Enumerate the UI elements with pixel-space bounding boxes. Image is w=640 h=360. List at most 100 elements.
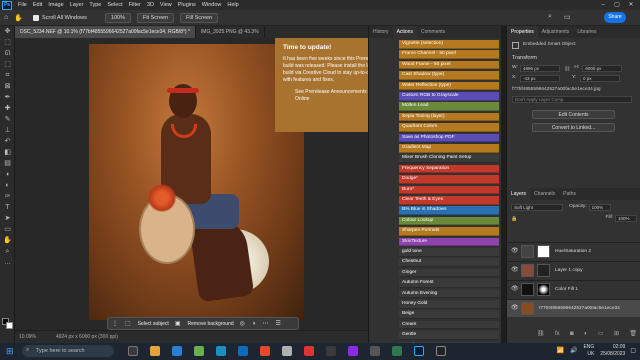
action-item[interactable]: Mixer Brush Cloning Paint Setup: [399, 154, 499, 163]
task-view-icon[interactable]: [128, 346, 138, 356]
photoshop-logo[interactable]: Ps: [2, 0, 12, 10]
group-icon[interactable]: ▭: [598, 330, 604, 337]
edge-icon[interactable]: [238, 346, 248, 356]
adjustment-layer-icon[interactable]: ◐: [584, 331, 588, 337]
share-button[interactable]: Share: [604, 12, 626, 23]
select-subject-button[interactable]: Select subject: [138, 321, 169, 327]
new-layer-icon[interactable]: ⊞: [614, 330, 619, 337]
tab-document-1[interactable]: DSC_5234.NEF @ 10.1% (f77bf4855596642527…: [15, 26, 196, 38]
hand-tool-icon[interactable]: ✋: [14, 14, 23, 22]
fx-icon[interactable]: fx: [555, 331, 560, 337]
frame-tool-icon[interactable]: ⊠: [0, 81, 15, 92]
action-item[interactable]: Vignette (selection): [399, 40, 499, 49]
tab-history[interactable]: History: [369, 26, 393, 38]
region-indicator[interactable]: UK: [583, 351, 594, 358]
app-icon[interactable]: [282, 346, 292, 356]
add-mask-icon[interactable]: ◙: [570, 331, 574, 337]
close-icon[interactable]: ✕: [624, 0, 638, 10]
convert-linked-button[interactable]: Convert to Linked...: [532, 123, 615, 132]
eraser-tool-icon[interactable]: ◧: [0, 147, 15, 158]
trash-icon[interactable]: 🗑: [629, 330, 637, 337]
action-item[interactable]: Frame Channel - 50 pixel: [399, 50, 499, 59]
action-item[interactable]: Wood Frame - 50 pixel: [399, 60, 499, 70]
action-item[interactable]: Colour Lookup: [399, 216, 499, 226]
visibility-eye-icon[interactable]: 👁: [511, 286, 519, 292]
move-tool-icon[interactable]: ✥: [0, 26, 15, 37]
windows-search-box[interactable]: Type here to search: [22, 345, 114, 357]
app-icon[interactable]: [436, 346, 446, 356]
tab-document-2[interactable]: IMG_3925.PNG @ 43.3%: [195, 26, 265, 38]
layer-row[interactable]: 👁 Layer 1 copy: [507, 261, 640, 279]
network-icon[interactable]: 📶: [556, 348, 563, 355]
link-layers-icon[interactable]: ⛓: [537, 330, 545, 337]
height-field[interactable]: 6000 px: [582, 65, 623, 72]
action-item[interactable]: Cast Shadow (type): [399, 71, 499, 80]
menu-help[interactable]: Help: [224, 2, 241, 8]
app-icon[interactable]: [194, 346, 204, 356]
menu-plugins[interactable]: Plugins: [175, 2, 199, 8]
photoshop-taskbar-icon[interactable]: [414, 346, 424, 356]
action-item[interactable]: Clear Teeth & Eyes: [399, 196, 499, 205]
menu-window[interactable]: Window: [199, 2, 225, 8]
action-item[interactable]: Autumn Evening: [399, 289, 499, 299]
lasso-tool-icon[interactable]: ᘏ: [0, 48, 15, 59]
more-options-icon[interactable]: ⋯: [263, 320, 269, 327]
scroll-all-windows-checkbox[interactable]: [32, 14, 39, 21]
link-icon[interactable]: ⛓: [564, 66, 570, 72]
remove-background-button[interactable]: Remove background: [187, 321, 233, 327]
layer-row[interactable]: 👁 Hue/Saturation 2: [507, 242, 640, 260]
menu-select[interactable]: Select: [104, 2, 125, 8]
action-item[interactable]: Beige: [399, 310, 499, 319]
action-item[interactable]: Frequency Separation: [399, 164, 499, 174]
drag-handle-icon[interactable]: ⋮: [112, 320, 118, 327]
menu-3d[interactable]: 3D: [144, 2, 157, 8]
layer-row[interactable]: 👁 Color Fill 1: [507, 280, 640, 298]
workspace-icon[interactable]: ▭: [564, 13, 571, 21]
app-icon[interactable]: [348, 346, 358, 356]
zoom-100-button[interactable]: 100%: [104, 12, 131, 23]
fit-screen-button[interactable]: Fit Screen: [136, 12, 175, 23]
action-item[interactable]: gold tone: [399, 248, 499, 257]
action-item[interactable]: Honey Gold: [399, 300, 499, 309]
tab-layers[interactable]: Layers: [507, 188, 531, 200]
hand-tool-icon[interactable]: ✋: [0, 235, 15, 246]
action-item[interactable]: Save as Photoshop PDF: [399, 133, 499, 143]
brush-tool-icon[interactable]: ✎: [0, 114, 15, 125]
app-icon[interactable]: [260, 346, 270, 356]
language-indicator[interactable]: ENG: [583, 344, 594, 351]
home-icon[interactable]: ⌂: [4, 14, 8, 21]
action-item[interactable]: SkinTexture: [399, 237, 499, 247]
app-icon[interactable]: [392, 346, 402, 356]
menu-view[interactable]: View: [157, 2, 175, 8]
menu-file[interactable]: File: [15, 2, 30, 8]
fill-screen-button[interactable]: Fill Screen: [180, 12, 219, 23]
menu-filter[interactable]: Filter: [126, 2, 144, 8]
tab-actions[interactable]: Actions: [392, 26, 417, 38]
menu-edit[interactable]: Edit: [30, 2, 45, 8]
action-item[interactable]: Water Reflection (type): [399, 81, 499, 91]
gradient-tool-icon[interactable]: ▤: [0, 158, 15, 169]
visibility-eye-icon[interactable]: 👁: [511, 267, 519, 273]
notifications-icon[interactable]: ▢: [630, 348, 636, 355]
tab-channels[interactable]: Channels: [530, 188, 559, 200]
action-item[interactable]: B% Blue in Shadows: [399, 206, 499, 215]
marquee-tool-icon[interactable]: ⬚: [0, 37, 15, 48]
action-item[interactable]: Sharpen Portraits: [399, 227, 499, 236]
tab-libraries[interactable]: Libraries: [573, 26, 600, 38]
visibility-eye-icon[interactable]: 👁: [511, 248, 519, 254]
clock-time[interactable]: 02:09: [600, 344, 626, 351]
dodge-tool-icon[interactable]: ◐: [0, 180, 15, 191]
fill-field[interactable]: 100%: [615, 215, 637, 222]
search-icon[interactable]: ⌕: [548, 13, 552, 21]
tab-adjustments[interactable]: Adjustments: [538, 26, 574, 38]
action-item[interactable]: Sepia Toning (layer): [399, 112, 499, 122]
action-item[interactable]: Burn*: [399, 185, 499, 195]
action-item[interactable]: Chestnut: [399, 258, 499, 267]
shape-tool-icon[interactable]: ▭: [0, 224, 15, 235]
volume-icon[interactable]: 🔊: [570, 348, 577, 355]
app-icon[interactable]: [326, 346, 336, 356]
mail-icon[interactable]: [172, 346, 182, 356]
app-icon[interactable]: [304, 346, 314, 356]
edit-contents-button[interactable]: Edit Contents: [532, 110, 615, 119]
width-field[interactable]: 4896 px: [520, 65, 560, 72]
